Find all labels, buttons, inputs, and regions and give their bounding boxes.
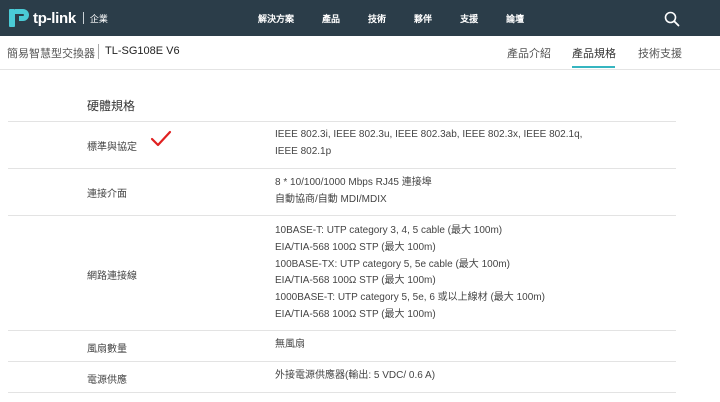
tab-overview[interactable]: 產品介紹 xyxy=(507,45,551,61)
active-tab-indicator xyxy=(572,66,615,68)
tp-link-logo-icon xyxy=(9,9,29,27)
row-divider xyxy=(8,330,676,331)
row-divider xyxy=(8,361,676,362)
spec-value-cable: 10BASE-T: UTP category 3, 4, 5 cable (最大… xyxy=(275,223,545,324)
breadcrumb-divider xyxy=(98,44,99,59)
spec-value-standards: IEEE 802.3i, IEEE 802.3u, IEEE 802.3ab, … xyxy=(275,127,582,161)
product-model-title: TL-SG108E V6 xyxy=(105,45,180,57)
logo-divider xyxy=(82,12,84,24)
row-divider xyxy=(8,121,676,122)
spec-value-line: 無風扇 xyxy=(275,339,305,350)
spec-value-line: 自動協商/自動 MDI/MDIX xyxy=(275,193,387,205)
spec-label-cable: 網路連接線 xyxy=(87,271,137,282)
breadcrumb-category[interactable]: 簡易智慧型交換器 xyxy=(7,45,95,61)
spec-label-fans: 風扇數量 xyxy=(87,344,127,355)
nav-item-forum[interactable]: 論壇 xyxy=(506,12,524,25)
spec-value-line: IEEE 802.1p xyxy=(275,145,332,157)
spec-value-line: 外接電源供應器(輸出: 5 VDC/ 0.6 A) xyxy=(275,370,436,381)
checkmark-icon xyxy=(150,130,172,147)
row-divider xyxy=(8,392,676,393)
logo-subtitle: 企業 xyxy=(89,13,108,24)
spec-value-interface: 8 * 10/100/1000 Mbps RJ45 連接埠 自動協商/自動 MD… xyxy=(275,175,432,209)
row-divider xyxy=(8,168,676,169)
spec-value-line: EIA/TIA-568 100Ω STP (最大 100m) xyxy=(275,241,436,253)
spec-label-standards: 標準與協定 xyxy=(87,142,137,153)
tab-specifications[interactable]: 產品規格 xyxy=(572,45,616,61)
product-subheader: 簡易智慧型交換器 TL-SG108E V6 產品介紹 產品規格 技術支援 xyxy=(0,36,720,70)
spec-value-line: 8 * 10/100/1000 Mbps RJ45 連接埠 xyxy=(275,177,432,188)
search-icon[interactable] xyxy=(664,11,680,27)
row-divider xyxy=(8,215,676,216)
main-nav: 解決方案 產品 技術 夥伴 支援 論壇 xyxy=(258,0,524,36)
nav-item-support[interactable]: 支援 xyxy=(460,12,478,25)
nav-item-partners[interactable]: 夥伴 xyxy=(414,12,432,25)
top-nav-bar: tp-link 企業 解決方案 產品 技術 夥伴 支援 論壇 xyxy=(0,0,720,36)
tab-support[interactable]: 技術支援 xyxy=(638,45,682,61)
spec-label-interface: 連接介面 xyxy=(87,189,127,200)
logo-text: tp-link xyxy=(33,9,76,27)
spec-value-power: 外接電源供應器(輸出: 5 VDC/ 0.6 A) xyxy=(275,368,435,385)
nav-item-solutions[interactable]: 解決方案 xyxy=(258,12,294,25)
tp-link-logo[interactable]: tp-link 企業 xyxy=(8,8,108,28)
spec-value-fans: 無風扇 xyxy=(275,337,305,354)
nav-item-products[interactable]: 產品 xyxy=(322,12,340,25)
spec-value-line: IEEE 802.3i, IEEE 802.3u, IEEE 802.3ab, … xyxy=(275,129,583,140)
spec-value-line: 10BASE-T: UTP category 3, 4, 5 cable (最大… xyxy=(275,225,503,236)
spec-value-line: EIA/TIA-568 100Ω STP (最大 100m) xyxy=(275,275,436,287)
spec-value-line: 1000BASE-T: UTP category 5, 5e, 6 或以上線材 … xyxy=(275,292,545,304)
section-title: 硬體規格 xyxy=(87,99,136,113)
spec-label-power: 電源供應 xyxy=(87,375,127,386)
nav-item-technology[interactable]: 技術 xyxy=(368,12,386,25)
spec-value-line: EIA/TIA-568 100Ω STP (最大 100m) xyxy=(275,308,436,320)
spec-value-line: 100BASE-TX: UTP category 5, 5e cable (最大… xyxy=(275,258,510,270)
